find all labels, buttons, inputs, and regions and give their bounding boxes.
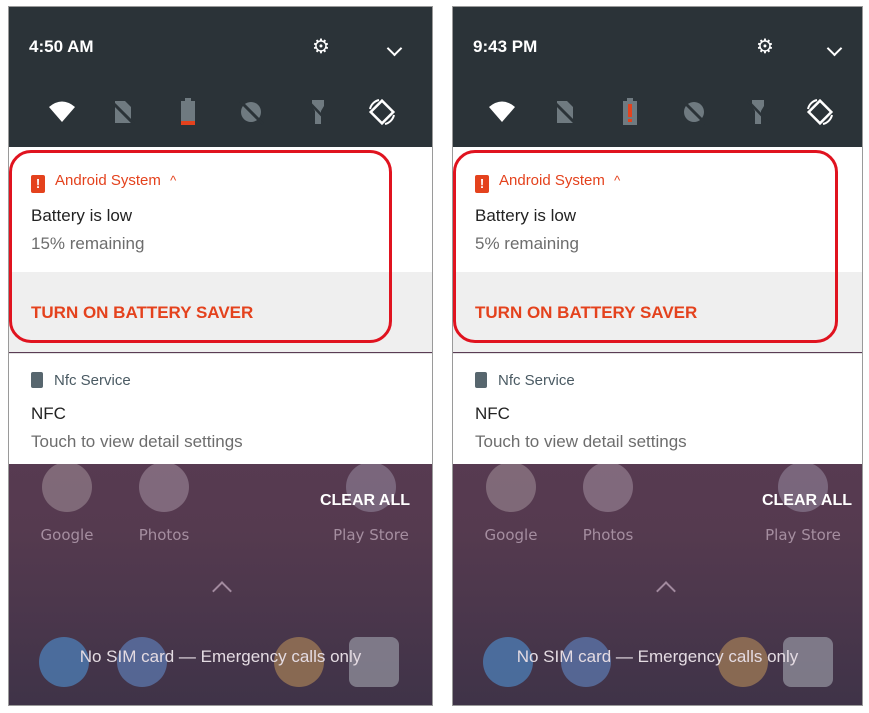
sim-status-text: No SIM card — Emergency calls only xyxy=(516,647,799,666)
phone-panel-right: Google Photos Play Store No SIM card — E… xyxy=(452,6,863,706)
nfc-notification[interactable]: Nfc Service NFC Touch to view detail set… xyxy=(9,353,432,464)
quick-settings-tiles xyxy=(9,97,432,129)
google-folder-icon xyxy=(42,462,92,512)
auto-rotate-icon[interactable] xyxy=(805,97,835,127)
gear-icon[interactable]: ⚙ xyxy=(312,37,332,57)
app-google[interactable]: Google xyxy=(471,462,551,544)
no-sim-icon[interactable] xyxy=(107,97,137,127)
quick-settings-bar: 9:43 PM ⚙ xyxy=(453,7,862,147)
app-label: Photos xyxy=(138,526,190,544)
battery-icon[interactable] xyxy=(173,97,203,127)
clear-all-button[interactable]: CLEAR ALL xyxy=(762,492,852,510)
wifi-icon[interactable] xyxy=(487,97,517,127)
highlight-outline xyxy=(9,150,392,343)
nfc-subtitle: Touch to view detail settings xyxy=(475,432,687,451)
quick-settings-tiles xyxy=(453,97,862,129)
photos-icon xyxy=(139,462,189,512)
app-label: Play Store xyxy=(765,526,841,544)
app-label: Play Store xyxy=(333,526,409,544)
flashlight-icon[interactable] xyxy=(743,97,773,127)
photos-icon xyxy=(583,462,633,512)
app-google[interactable]: Google xyxy=(27,462,107,544)
nfc-subtitle: Touch to view detail settings xyxy=(31,432,243,451)
gear-icon[interactable]: ⚙ xyxy=(756,37,776,57)
nfc-app-name: Nfc Service xyxy=(54,372,131,389)
app-label: Google xyxy=(484,526,538,544)
nfc-header: Nfc Service xyxy=(31,372,131,389)
app-photos[interactable]: Photos xyxy=(124,462,204,544)
battery-icon[interactable] xyxy=(615,97,645,127)
auto-rotate-icon[interactable] xyxy=(367,97,397,127)
flashlight-icon[interactable] xyxy=(303,97,333,127)
sim-status-text: No SIM card — Emergency calls only xyxy=(79,647,362,666)
app-label: Google xyxy=(40,526,94,544)
chevron-down-icon[interactable] xyxy=(826,40,843,57)
nfc-doc-icon xyxy=(31,372,43,388)
nfc-doc-icon xyxy=(475,372,487,388)
clear-all-button[interactable]: CLEAR ALL xyxy=(320,492,410,510)
chevron-up-icon[interactable] xyxy=(656,581,676,601)
google-folder-icon xyxy=(486,462,536,512)
highlight-outline xyxy=(453,150,838,343)
data-saver-icon[interactable] xyxy=(236,97,266,127)
app-photos[interactable]: Photos xyxy=(568,462,648,544)
nfc-title: NFC xyxy=(31,404,66,423)
screenshot-comparison: Google Photos Play Store No SIM card — E… xyxy=(0,0,869,713)
quick-settings-bar: 4:50 AM ⚙ xyxy=(9,7,432,147)
nfc-notification[interactable]: Nfc Service NFC Touch to view detail set… xyxy=(453,353,862,464)
phone-panel-left: Google Photos Play Store No SIM card — E… xyxy=(8,6,433,706)
status-time: 9:43 PM xyxy=(473,37,538,56)
nfc-title: NFC xyxy=(475,404,510,423)
app-label: Photos xyxy=(582,526,634,544)
wifi-icon[interactable] xyxy=(47,97,77,127)
chevron-up-icon[interactable] xyxy=(212,581,232,601)
nfc-app-name: Nfc Service xyxy=(498,372,575,389)
chevron-down-icon[interactable] xyxy=(386,40,403,57)
nfc-header: Nfc Service xyxy=(475,372,575,389)
no-sim-icon[interactable] xyxy=(549,97,579,127)
status-time: 4:50 AM xyxy=(29,37,94,56)
data-saver-icon[interactable] xyxy=(679,97,709,127)
